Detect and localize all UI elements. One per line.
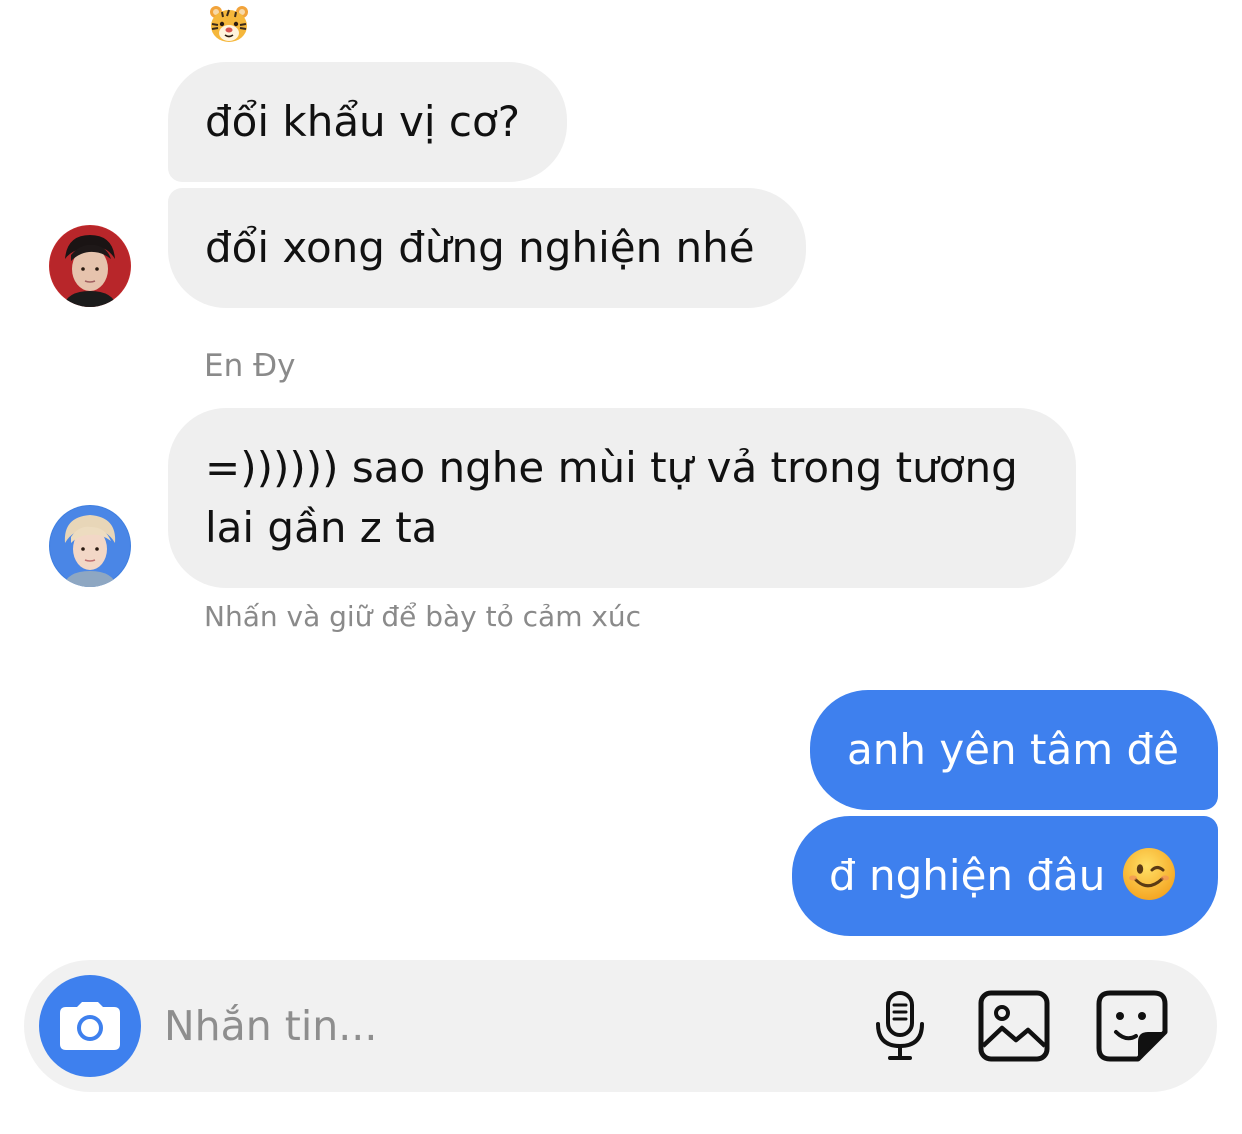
avatar[interactable] bbox=[49, 505, 131, 587]
gallery-button[interactable] bbox=[976, 988, 1052, 1064]
tiger-face-emoji-icon[interactable] bbox=[208, 4, 250, 44]
avatar[interactable] bbox=[49, 225, 131, 307]
message-text: anh yên tâm đê bbox=[847, 725, 1179, 774]
message-input[interactable] bbox=[164, 996, 824, 1056]
camera-icon bbox=[60, 1002, 120, 1050]
camera-button[interactable] bbox=[39, 975, 141, 1077]
message-bubble[interactable]: đ nghiện đâu bbox=[792, 816, 1218, 936]
message-text: đ nghiện đâu bbox=[829, 851, 1106, 900]
sender-name: En Đy bbox=[204, 348, 296, 384]
message-bubble[interactable]: đổi xong đừng nghiện nhé bbox=[168, 188, 806, 308]
winking-face-emoji-icon bbox=[1122, 848, 1175, 900]
message-bubble[interactable]: đổi khẩu vị cơ? bbox=[168, 62, 567, 182]
sticker-icon bbox=[1096, 990, 1168, 1062]
chat-screen: đổi khẩu vị cơ? đổi xong đừng nghiện nhé… bbox=[0, 0, 1242, 1134]
sticker-button[interactable] bbox=[1094, 988, 1170, 1064]
microphone-icon bbox=[876, 991, 924, 1060]
message-bubble[interactable]: anh yên tâm đê bbox=[810, 690, 1218, 810]
message-text: =)))))) sao nghe mùi tự vả trong tương l… bbox=[205, 443, 1018, 552]
message-composer bbox=[24, 960, 1217, 1092]
message-text: đổi xong đừng nghiện nhé bbox=[205, 223, 755, 272]
gallery-icon bbox=[978, 990, 1050, 1062]
voice-message-button[interactable] bbox=[862, 988, 938, 1064]
message-bubble[interactable]: =)))))) sao nghe mùi tự vả trong tương l… bbox=[168, 408, 1076, 588]
message-text: đổi khẩu vị cơ? bbox=[205, 97, 520, 146]
reaction-hint: Nhấn và giữ để bày tỏ cảm xúc bbox=[204, 600, 642, 633]
